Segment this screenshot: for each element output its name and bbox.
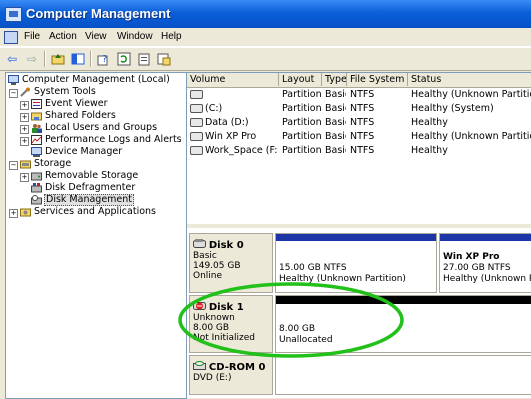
disk-0-partition[interactable]: 15.00 GB NTFS Healthy (Unknown Partition… xyxy=(275,233,437,293)
expand-services-icon[interactable]: + xyxy=(9,209,18,218)
menu-help[interactable]: Help xyxy=(161,31,182,42)
drive-icon xyxy=(190,132,203,141)
disk-1-label[interactable]: Disk 1 Unknown 8.00 GB Not Initialized xyxy=(189,295,273,353)
volume-list-header: Volume Layout Type File System Status xyxy=(187,73,531,88)
collapse-storage-icon[interactable]: − xyxy=(9,161,18,170)
export-icon[interactable] xyxy=(156,51,172,67)
primary-partition-bar xyxy=(440,234,531,241)
expand-shared-folders-icon[interactable]: + xyxy=(20,113,29,122)
drive-icon xyxy=(190,104,203,113)
volume-row[interactable]: Data (D:) Partition Basic NTFS Healthy xyxy=(187,116,531,130)
menu-file[interactable]: File xyxy=(24,31,40,42)
cdrom-0-media-area[interactable] xyxy=(275,355,531,395)
cdrom-0-label[interactable]: CD-ROM 0 DVD (E:) xyxy=(189,355,273,395)
unallocated-bar xyxy=(276,296,531,304)
console-tree: Computer Management (Local) − System Too… xyxy=(5,72,187,399)
computer-management-icon xyxy=(5,7,22,22)
expand-local-users-icon[interactable]: + xyxy=(20,125,29,134)
drive-icon xyxy=(190,118,203,127)
shared-folder-icon xyxy=(31,112,42,121)
defragmenter-icon xyxy=(31,183,42,193)
primary-partition-bar xyxy=(276,234,436,241)
up-icon[interactable] xyxy=(50,51,66,67)
title-bar: Computer Management xyxy=(0,0,531,28)
volume-row[interactable]: Partition Basic NTFS Healthy (Unknown Pa… xyxy=(187,88,531,102)
column-header-layout[interactable]: Layout xyxy=(279,73,322,86)
volume-row[interactable]: Work_Space (F:) Partition Basic NTFS Hea… xyxy=(187,144,531,158)
removable-storage-icon xyxy=(31,172,42,181)
computer-management-icon xyxy=(8,75,19,85)
show-hide-tree-icon[interactable] xyxy=(70,51,86,67)
menu-bar: File Action View Window Help xyxy=(0,28,531,47)
toolbar-separator xyxy=(44,51,46,67)
disk-0-partition-win-xp-pro[interactable]: Win XP Pro 27.00 GB NTFS Healthy (Unknow… xyxy=(439,233,531,293)
column-header-type[interactable]: Type xyxy=(322,73,347,86)
column-header-volume[interactable]: Volume xyxy=(187,73,279,86)
volume-row[interactable]: Win XP Pro Partition Basic NTFS Healthy … xyxy=(187,130,531,144)
services-icon xyxy=(20,208,31,217)
disk-management-icon xyxy=(31,195,42,205)
event-viewer-icon xyxy=(31,99,42,109)
svg-text:?: ? xyxy=(102,54,107,65)
refresh-icon[interactable] xyxy=(116,51,132,67)
column-header-status[interactable]: Status xyxy=(408,73,531,86)
performance-logs-icon xyxy=(31,135,42,145)
drive-icon xyxy=(190,90,203,99)
expand-event-viewer-icon[interactable]: + xyxy=(20,101,29,110)
properties-icon[interactable] xyxy=(136,51,152,67)
help-icon[interactable]: ? xyxy=(96,51,112,67)
tools-icon xyxy=(20,87,30,97)
hard-disk-icon xyxy=(193,239,206,248)
app-menu-icon[interactable] xyxy=(4,31,18,44)
menu-view[interactable]: View xyxy=(85,31,107,42)
details-pane: Volume Layout Type File System Status Pa… xyxy=(187,72,531,398)
column-header-file-system[interactable]: File System xyxy=(347,73,408,86)
disk-graphical-view: Disk 0 Basic 149.05 GB Online 15.00 GB N… xyxy=(187,228,531,398)
toolbar-separator xyxy=(90,51,92,67)
forward-icon[interactable]: ⇨ xyxy=(24,51,40,67)
collapse-system-tools-icon[interactable]: − xyxy=(9,89,18,98)
disk-1-unallocated-space[interactable]: 8.00 GB Unallocated xyxy=(275,295,531,353)
toolbar: ⇦ ⇨ ? xyxy=(0,47,531,71)
uninitialized-disk-icon xyxy=(193,302,206,310)
drive-icon xyxy=(190,146,203,155)
window-title: Computer Management xyxy=(26,6,171,21)
storage-icon xyxy=(20,160,31,169)
disk-0-label[interactable]: Disk 0 Basic 149.05 GB Online xyxy=(189,233,273,293)
device-manager-icon xyxy=(31,147,42,157)
back-icon[interactable]: ⇦ xyxy=(4,51,20,67)
cd-rom-icon xyxy=(193,361,206,370)
volume-row[interactable]: (C:) Partition Basic NTFS Healthy (Syste… xyxy=(187,102,531,116)
expand-performance-logs-icon[interactable]: + xyxy=(20,137,29,146)
menu-window[interactable]: Window xyxy=(117,31,153,42)
users-icon xyxy=(32,124,42,133)
menu-action[interactable]: Action xyxy=(49,31,77,42)
expand-removable-storage-icon[interactable]: + xyxy=(20,173,29,182)
